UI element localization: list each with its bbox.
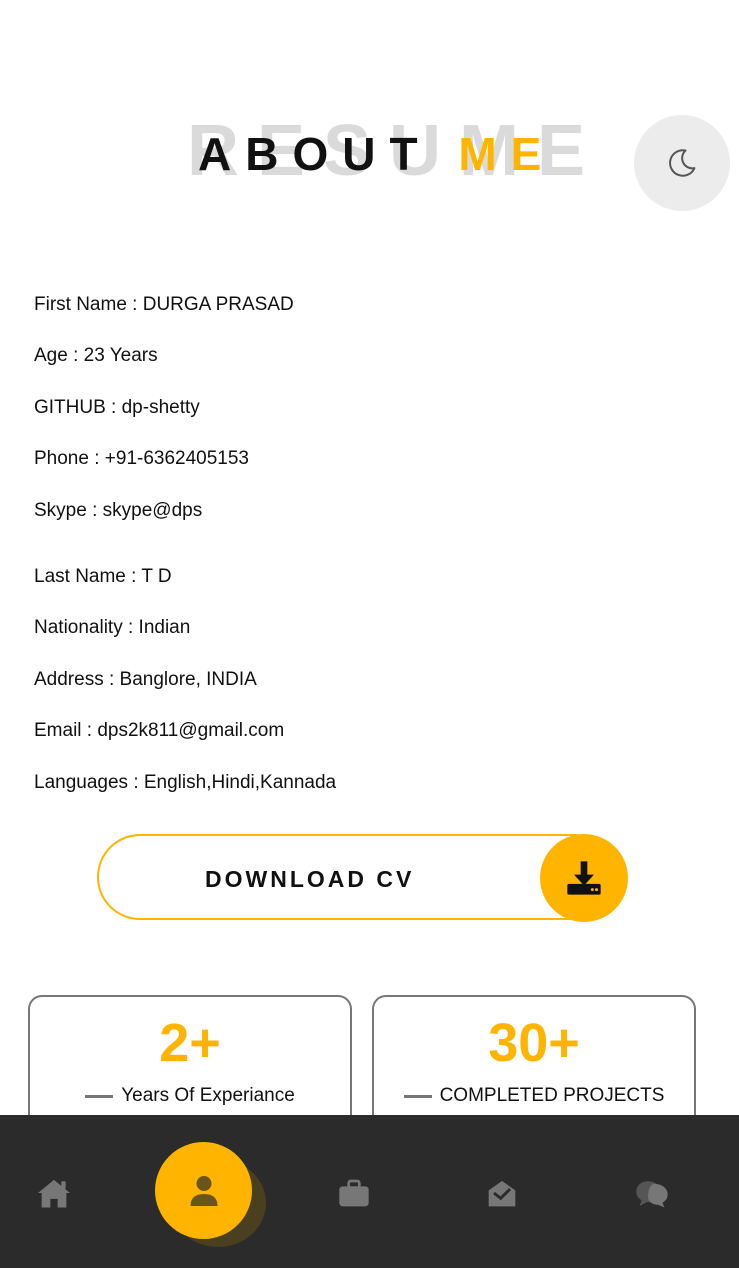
briefcase-icon — [339, 1179, 369, 1207]
home-icon — [38, 1179, 70, 1208]
theme-toggle-button[interactable] — [634, 115, 730, 211]
nav-blog[interactable] — [632, 1173, 672, 1213]
title-accent: ME — [458, 128, 556, 180]
download-icon-button[interactable] — [540, 834, 628, 922]
stat-value: 30+ — [488, 1013, 580, 1073]
user-icon — [190, 1175, 217, 1206]
title-text: ABOUT ME — [198, 124, 555, 184]
nav-home[interactable] — [34, 1173, 74, 1213]
info-email: Email : dps2k811@gmail.com — [34, 720, 285, 741]
info-first-name: First Name : DURGA PRASAD — [34, 294, 294, 315]
title-main: ABOUT — [198, 128, 459, 180]
moon-icon — [669, 149, 696, 177]
stat-dash — [85, 1094, 114, 1098]
info-nationality: Nationality : Indian — [34, 617, 191, 638]
download-icon — [567, 861, 601, 895]
download-cv-label: DOWNLOAD CV — [205, 866, 415, 892]
info-address: Address : Banglore, INDIA — [34, 669, 257, 690]
download-cv-button[interactable]: DOWNLOAD CV — [97, 834, 617, 920]
info-skype: Skype : skype@dps — [34, 500, 203, 521]
chat-icon — [636, 1181, 668, 1208]
nav-about[interactable] — [155, 1142, 252, 1239]
page-title: RESUME ABOUT ME — [0, 108, 739, 198]
envelope-open-icon — [488, 1181, 516, 1207]
info-languages: Languages : English,Hindi,Kannada — [34, 772, 337, 793]
info-github: GITHUB : dp-shetty — [34, 397, 200, 418]
stat-value: 2+ — [159, 1013, 221, 1073]
nav-portfolio[interactable] — [334, 1173, 374, 1213]
stat-label: COMPLETED PROJECTS — [439, 1085, 665, 1106]
info-last-name: Last Name : T D — [34, 566, 172, 587]
nav-contact[interactable] — [482, 1173, 522, 1213]
stat-dash — [403, 1094, 432, 1098]
stat-card-experience: 2+ Years Of Experiance — [28, 995, 352, 1135]
info-age: Age : 23 Years — [34, 345, 158, 366]
stat-label: Years Of Experiance — [121, 1085, 295, 1106]
bottom-nav — [0, 1115, 739, 1268]
info-phone: Phone : +91-6362405153 — [34, 448, 250, 469]
stat-card-projects: 30+ COMPLETED PROJECTS — [372, 995, 696, 1135]
